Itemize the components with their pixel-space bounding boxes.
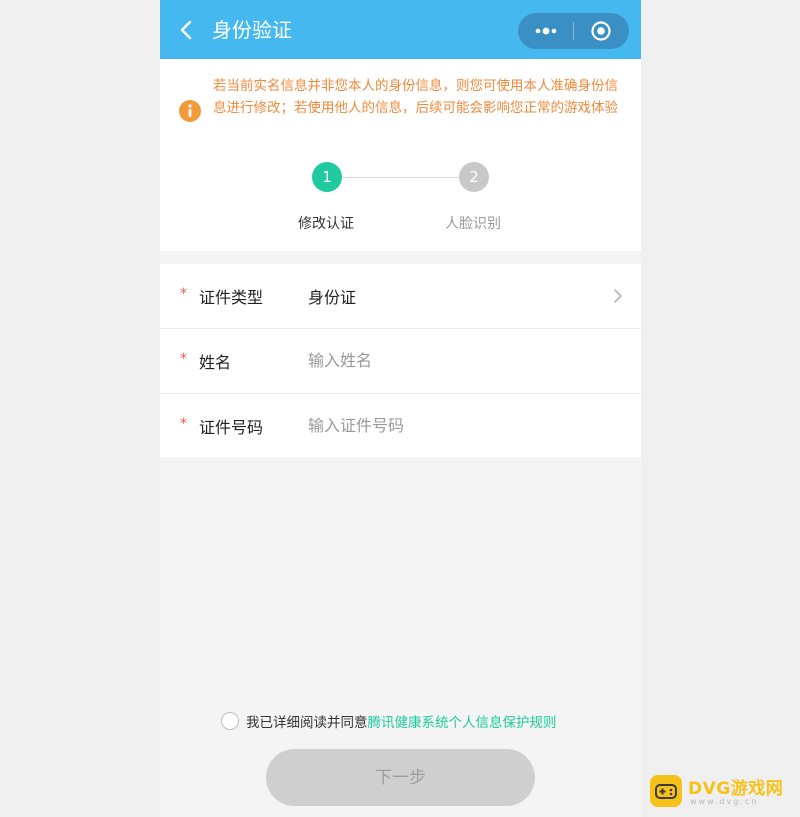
target-circle-icon[interactable] [590,20,612,42]
required-mark: * [180,416,187,432]
step-1-circle: 1 [312,162,342,192]
agreement-text: 我已详细阅读并同意腾讯健康系统个人信息保护规则 [246,711,557,731]
page-title: 身份验证 [212,18,292,42]
step-indicator: 1 2 修改认证 人脸识别 [160,159,641,239]
chevron-left-icon[interactable] [176,19,198,41]
agreement-row: 我已详细阅读并同意腾讯健康系统个人信息保护规则 [221,709,621,733]
id-number-input[interactable] [308,411,608,439]
step-connector [343,177,459,178]
id-type-value: 身份证 [308,288,357,307]
nav-bar: 身份验证 [160,0,641,59]
notice-panel: 若当前实名信息并非您本人的身份信息，则您可使用本人准确身份信息进行修改；若使用他… [160,59,641,251]
id-number-row: * 证件号码 [160,394,641,458]
next-step-button[interactable]: 下一步 [266,749,535,806]
id-form: * 证件类型 身份证 * 姓名 * 证件号码 [160,264,641,457]
required-mark: * [180,286,187,302]
step-2-circle: 2 [459,162,489,192]
watermark-text: DVG游戏网 [688,779,784,799]
required-mark: * [180,351,187,367]
privacy-rules-link[interactable]: 腾讯健康系统个人信息保护规则 [368,715,557,731]
name-label: 姓名 [199,353,232,372]
gamepad-logo-icon [650,775,682,807]
id-type-row[interactable]: * 证件类型 身份证 [160,264,641,328]
more-dots-icon[interactable] [532,21,562,41]
id-type-label: 证件类型 [199,288,264,307]
info-warning-icon [179,100,201,122]
site-watermark: DVG游戏网 www.dvg.cn [650,772,795,812]
mini-program-capsule [518,13,629,49]
agreement-prefix: 我已详细阅读并同意 [246,715,368,731]
phone-screen: 身份验证 若当前实名信息并非您本人的身份信息，则您可使用本人准确身份信息进行修改… [160,0,641,817]
id-number-label: 证件号码 [199,418,264,437]
capsule-divider [573,22,574,40]
name-input[interactable] [308,346,608,374]
step-1-label: 修改认证 [298,216,354,232]
notice-text: 若当前实名信息并非您本人的身份信息，则您可使用本人准确身份信息进行修改；若使用他… [213,78,618,116]
step-2-label: 人脸识别 [445,216,501,232]
chevron-right-icon [614,289,622,303]
name-row: * 姓名 [160,329,641,393]
watermark-url: www.dvg.cn [690,797,759,806]
agreement-checkbox[interactable] [221,712,239,730]
